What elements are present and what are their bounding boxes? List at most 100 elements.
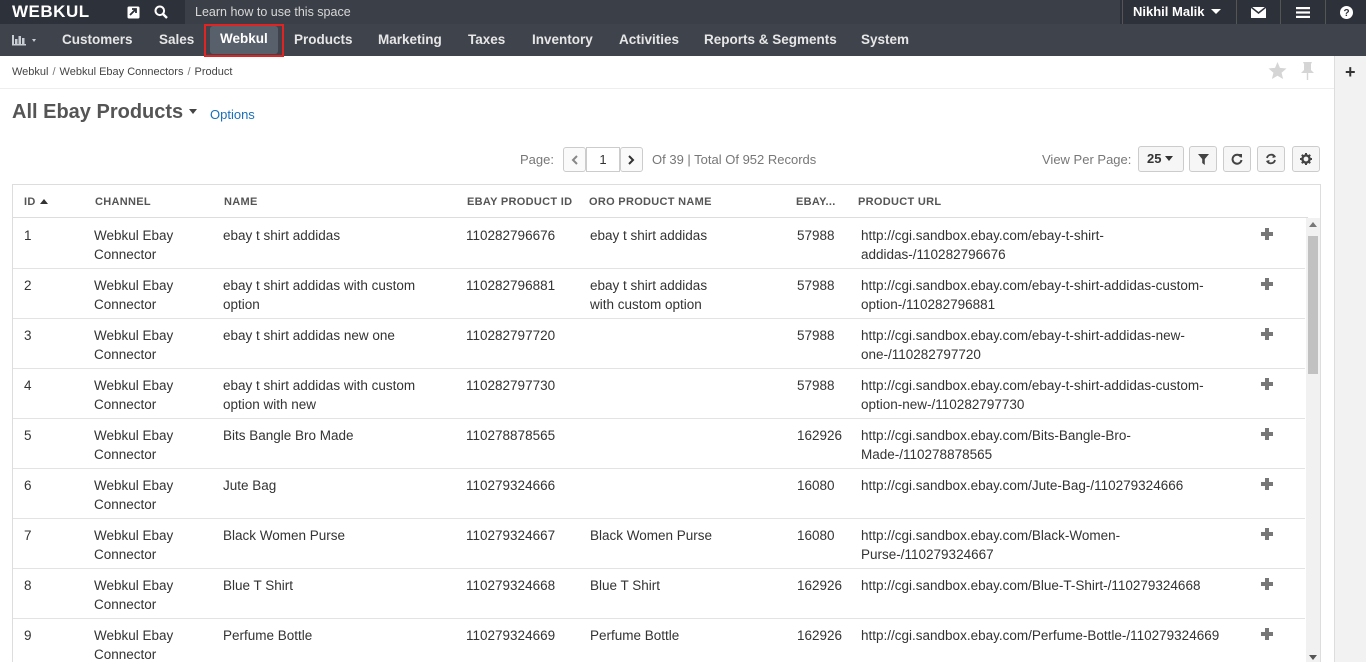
row-actions-plus-icon[interactable] [1261,628,1273,640]
cell-oro-product-name: ebay t shirt addidas [590,228,708,243]
nav-marketing[interactable]: Marketing [378,24,442,56]
scroll-up-icon [1309,222,1317,227]
row-actions-plus-icon[interactable] [1261,528,1273,540]
filter-button[interactable] [1189,146,1217,172]
refresh-icon [1231,153,1243,165]
sidebar-add-icon[interactable]: + [1345,62,1356,83]
column-header-product-url[interactable]: PRODUCT URL [858,196,941,208]
page-title[interactable]: All Ebay Products [12,101,198,124]
nav-inventory[interactable]: Inventory [532,24,593,56]
cell-id: 1 [24,228,32,243]
nav-customers[interactable]: Customers [62,24,133,56]
row-actions-plus-icon[interactable] [1261,278,1273,290]
nav-taxes[interactable]: Taxes [468,24,505,56]
user-menu[interactable]: Nikhil Malik [1122,0,1234,24]
options-link[interactable]: Options [210,107,255,122]
row-actions-plus-icon[interactable] [1261,478,1273,490]
cell-ebay-category: 162926 [797,628,843,643]
next-page-button[interactable] [620,147,643,172]
column-header-ebay-product-id[interactable]: EBAY PRODUCT ID [467,196,572,208]
row-actions-plus-icon[interactable] [1261,228,1273,240]
cell-ebay-category: 162926 [797,578,843,593]
prev-page-button[interactable] [563,147,586,172]
table-row[interactable]: 3 Webkul Ebay Connector ebay t shirt addida… [13,319,1305,369]
svg-text:?: ? [1343,8,1349,19]
nav-activities[interactable]: Activities [619,24,679,56]
records-info: Of 39 | Total Of 952 Records [652,152,817,167]
cell-name: Blue T Shirt [223,578,294,593]
column-header-id[interactable]: ID [24,196,48,208]
cell-ebay-category: 162926 [797,428,843,443]
cell-oro-product-name: Black Women Purse [590,528,713,543]
row-actions-plus-icon[interactable] [1261,328,1273,340]
search-icon[interactable] [147,0,175,24]
column-header-name[interactable]: NAME [224,196,258,208]
user-name: Nikhil Malik [1133,4,1205,19]
table-row[interactable]: 7 Webkul Ebay Connector Black Women Purse 11… [13,519,1305,569]
view-per-page-label: View Per Page: [1042,152,1132,167]
chevron-down-icon [1210,9,1221,14]
shortcut-icon[interactable] [119,0,147,24]
breadcrumb-item[interactable]: Webkul [12,66,48,78]
table-row[interactable]: 6 Webkul Ebay Connector Jute Bag 11027932466… [13,469,1305,519]
cell-ebay-product-id: 110279324667 [466,528,556,543]
column-header-ebay-category[interactable]: EBAY... [796,196,836,208]
reset-button[interactable] [1257,146,1285,172]
cell-product-url: http://cgi.sandbox.ebay.com/Jute-Bag-/11… [861,478,1184,493]
chevron-down-icon [189,109,198,114]
table-row[interactable]: 8 Webkul Ebay Connector Blue T Shirt 1102793… [13,569,1305,619]
table-row[interactable]: 1 Webkul Ebay Connector ebay t shirt addida… [13,219,1305,269]
cell-ebay-product-id: 110282796676 [466,228,556,243]
scrollbar-thumb[interactable] [1308,236,1318,374]
cell-product-url: http://cgi.sandbox.ebay.com/Bits-Bangle-… [861,428,1131,462]
table-row[interactable]: 2 Webkul Ebay Connector ebay t shirt addida… [13,269,1305,319]
row-actions-plus-icon[interactable] [1261,578,1273,590]
cell-product-url: http://cgi.sandbox.ebay.com/ebay-t-shirt… [861,378,1204,412]
breadcrumb: Webkul / Webkul Ebay Connectors / Product [12,66,233,78]
cell-ebay-category: 57988 [797,228,835,243]
refresh-button[interactable] [1223,146,1251,172]
table-row[interactable]: 9 Webkul Ebay Connector Perfume Bottle 11027… [13,619,1305,662]
nav-products[interactable]: Products [294,24,353,56]
menu-icon[interactable] [1280,0,1325,24]
cell-channel: Webkul Ebay Connector [94,428,174,462]
cell-ebay-category: 16080 [797,478,835,493]
help-icon[interactable]: ? [1325,0,1366,24]
breadcrumb-item: Product [194,66,233,78]
reset-icon [1266,153,1276,165]
pin-icon[interactable] [1300,62,1315,83]
row-actions-plus-icon[interactable] [1261,428,1273,440]
learn-link[interactable]: Learn how to use this space [185,0,1120,24]
cell-name: Black Women Purse [223,528,346,543]
favorite-star-icon[interactable] [1268,62,1287,83]
nav-system[interactable]: System [861,24,909,56]
cell-name: ebay t shirt addidas with custom option [223,278,416,312]
cell-channel: Webkul Ebay Connector [94,578,174,612]
nav-sales[interactable]: Sales [159,24,194,56]
column-header-oro-product-name[interactable]: ORO PRODUCT NAME [589,196,712,208]
grid-settings-button[interactable] [1292,146,1320,172]
scroll-down-icon [1309,655,1317,660]
dashboard-chart-icon[interactable] [12,33,42,47]
row-actions-plus-icon[interactable] [1261,378,1273,390]
table-row[interactable]: 5 Webkul Ebay Connector Bits Bangle Bro Mad… [13,419,1305,469]
cell-ebay-product-id: 110278878565 [466,428,556,443]
cell-name: Perfume Bottle [223,628,313,643]
cell-id: 9 [24,628,32,643]
column-header-channel[interactable]: CHANNEL [95,196,151,208]
cell-ebay-category: 57988 [797,278,835,293]
app-logo[interactable]: WEBKUL [0,0,115,24]
cell-name: ebay t shirt addidas new one [223,328,395,343]
cell-channel: Webkul Ebay Connector [94,228,174,262]
mail-icon[interactable] [1236,0,1280,24]
cell-ebay-product-id: 110279324669 [466,628,556,643]
table-row[interactable]: 4 Webkul Ebay Connector ebay t shirt addida… [13,369,1305,419]
cell-oro-product-name: Perfume Bottle [590,628,680,643]
breadcrumb-item[interactable]: Webkul Ebay Connectors [60,66,184,78]
cell-product-url: http://cgi.sandbox.ebay.com/ebay-t-shirt… [861,278,1204,312]
cell-product-url: http://cgi.sandbox.ebay.com/Black-Women-… [861,528,1121,562]
view-per-page-select[interactable]: 25 [1138,146,1184,172]
grid-scrollbar[interactable] [1306,218,1320,662]
nav-reports-segments[interactable]: Reports & Segments [704,24,837,56]
page-input[interactable]: 1 [586,147,620,172]
